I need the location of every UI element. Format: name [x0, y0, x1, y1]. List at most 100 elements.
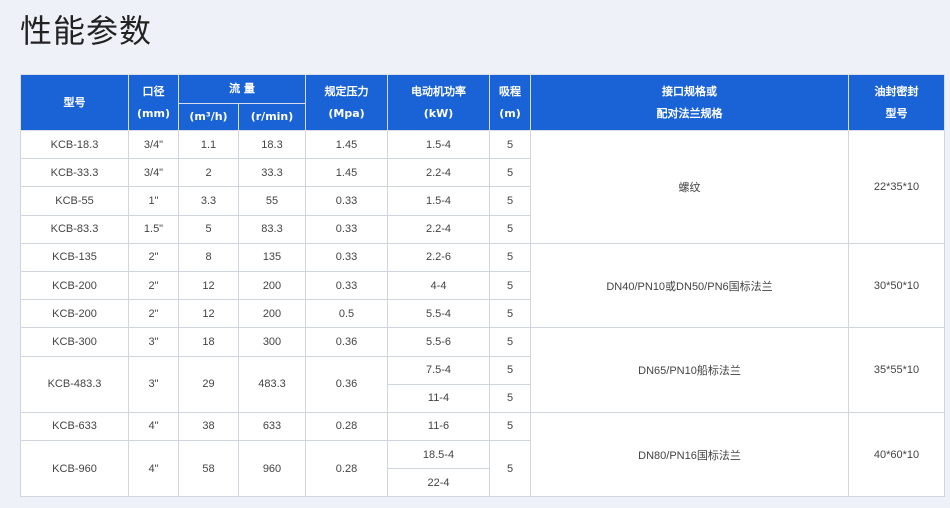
cell-flow-m3h: 1.1: [178, 129, 239, 160]
cell-flow-rmin: 633: [238, 411, 306, 442]
table-row: KCB-135 2" 8 135 0.33 2.2-6 5 DN40/PN10或…: [20, 242, 945, 329]
cell-flow-m3h: 2: [178, 158, 239, 188]
cell-suction: 5: [489, 327, 531, 357]
cell-power: 1.5-4: [387, 186, 490, 216]
cell-pressure: 0.28: [305, 411, 388, 442]
cell-interface: DN40/PN10或DN50/PN6国标法兰: [530, 242, 849, 329]
cell-model: KCB-83.3: [20, 214, 129, 244]
header-model: 型号: [20, 74, 129, 131]
cell-pressure: 0.33: [305, 270, 388, 301]
cell-suction: 5: [489, 440, 531, 498]
cell-power: 5.5-4: [387, 299, 490, 329]
cell-pressure: 0.36: [305, 327, 388, 357]
cell-model: KCB-960: [20, 440, 129, 498]
table-row: KCB-633 4" 38 633 0.28 11-6 5 DN80/PN16国…: [20, 411, 945, 498]
cell-suction: 5: [489, 411, 531, 442]
cell-diameter: 3/4": [128, 129, 179, 160]
cell-suction: 5: [489, 214, 531, 244]
cell-power: 18.5-4: [387, 440, 490, 470]
cell-seal: 22*35*10: [848, 130, 945, 244]
cell-seal: 30*50*10: [848, 242, 945, 329]
cell-model: KCB-135: [20, 242, 129, 272]
cell-flow-rmin: 200: [238, 270, 306, 301]
cell-pressure: 0.5: [305, 299, 388, 329]
cell-flow-rmin: 83.3: [238, 214, 306, 244]
cell-model: KCB-200: [20, 299, 129, 329]
cell-flow-m3h: 12: [178, 299, 239, 329]
cell-power: 2.2-4: [387, 158, 490, 188]
cell-flow-m3h: 5: [178, 214, 239, 244]
header-pressure: 规定压力 (Mpa): [305, 74, 388, 131]
cell-diameter: 1": [128, 186, 179, 216]
performance-table: 型号 口径 (mm) 流 量 规定压力 (Mpa) 电动机功率 (kW) 吸程 (m) …: [20, 74, 945, 498]
cell-interface: 螺纹: [530, 130, 849, 244]
cell-pressure: 0.28: [305, 440, 388, 498]
cell-suction: 5: [489, 383, 531, 413]
cell-pressure: 1.45: [305, 129, 388, 160]
header-interface: 接口规格或 配对法兰规格: [530, 74, 849, 131]
cell-seal: 40*60*10: [848, 411, 945, 498]
cell-flow-m3h: 8: [178, 242, 239, 272]
header-flow-rmin: (r/min): [238, 103, 306, 131]
cell-power: 2.2-6: [387, 242, 490, 272]
cell-model: KCB-18.3: [20, 129, 129, 160]
cell-flow-m3h: 12: [178, 270, 239, 301]
cell-diameter: 3": [128, 355, 179, 413]
cell-flow-rmin: 33.3: [238, 158, 306, 188]
cell-flow-rmin: 483.3: [238, 355, 306, 413]
cell-flow-rmin: 18.3: [238, 129, 306, 160]
cell-suction: 5: [489, 158, 531, 188]
header-flow: 流 量: [178, 74, 306, 104]
cell-interface: DN65/PN10船标法兰: [530, 327, 849, 413]
cell-pressure: 0.36: [305, 355, 388, 413]
cell-diameter: 1.5": [128, 214, 179, 244]
cell-pressure: 0.33: [305, 214, 388, 244]
cell-flow-rmin: 200: [238, 299, 306, 329]
cell-power: 22-4: [387, 468, 490, 498]
header-flow-m3h: (m³/h): [178, 103, 239, 131]
cell-model: KCB-633: [20, 411, 129, 442]
cell-diameter: 3/4": [128, 158, 179, 188]
cell-power: 11-6: [387, 411, 490, 442]
header-seal: 油封密封 型号: [848, 74, 945, 131]
cell-suction: 5: [489, 186, 531, 216]
cell-suction: 5: [489, 355, 531, 385]
cell-model: KCB-55: [20, 186, 129, 216]
cell-model: KCB-33.3: [20, 158, 129, 188]
cell-flow-m3h: 29: [178, 355, 239, 413]
cell-flow-rmin: 300: [238, 327, 306, 357]
cell-suction: 5: [489, 270, 531, 301]
cell-power: 7.5-4: [387, 355, 490, 385]
cell-power: 1.5-4: [387, 129, 490, 160]
cell-diameter: 2": [128, 270, 179, 301]
cell-power: 2.2-4: [387, 214, 490, 244]
header-suction: 吸程 (m): [489, 74, 531, 131]
table-row: KCB-300 3" 18 300 0.36 5.5-6 5 DN65/PN10…: [20, 327, 945, 413]
table-row: KCB-18.3 3/4" 1.1 18.3 1.45 1.5-4 5 螺纹 2…: [20, 129, 945, 244]
cell-flow-m3h: 38: [178, 411, 239, 442]
cell-seal: 35*55*10: [848, 327, 945, 413]
cell-diameter: 2": [128, 299, 179, 329]
cell-flow-rmin: 135: [238, 242, 306, 272]
cell-suction: 5: [489, 129, 531, 160]
cell-flow-rmin: 960: [238, 440, 306, 498]
cell-diameter: 2": [128, 242, 179, 272]
cell-suction: 5: [489, 242, 531, 272]
cell-flow-rmin: 55: [238, 186, 306, 216]
cell-interface: DN80/PN16国标法兰: [530, 411, 849, 498]
cell-power: 4-4: [387, 270, 490, 301]
header-power: 电动机功率 (kW): [387, 74, 490, 131]
cell-flow-m3h: 58: [178, 440, 239, 498]
cell-flow-m3h: 18: [178, 327, 239, 357]
page-title: 性能参数: [20, 12, 153, 50]
cell-power: 5.5-6: [387, 327, 490, 357]
cell-suction: 5: [489, 299, 531, 329]
cell-flow-m3h: 3.3: [178, 186, 239, 216]
cell-power: 11-4: [387, 383, 490, 413]
cell-diameter: 4": [128, 440, 179, 498]
cell-model: KCB-300: [20, 327, 129, 357]
cell-diameter: 4": [128, 411, 179, 442]
header-diameter: 口径 (mm): [128, 74, 179, 131]
cell-diameter: 3": [128, 327, 179, 357]
cell-pressure: 1.45: [305, 158, 388, 188]
